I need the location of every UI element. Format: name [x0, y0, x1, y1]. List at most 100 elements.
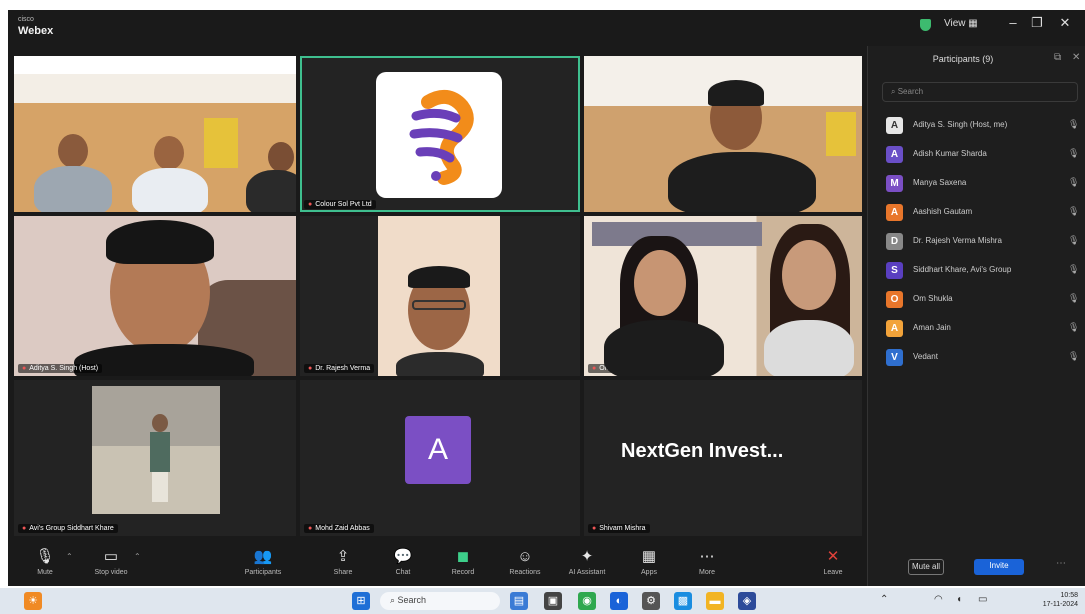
- app-title: Webex: [18, 25, 54, 37]
- sparkle-icon: ✦: [580, 548, 594, 565]
- weather-icon[interactable]: ☀: [24, 592, 42, 610]
- panel-title: Participants (9): [932, 54, 994, 64]
- view-button[interactable]: View ▦: [944, 18, 978, 29]
- participants-button[interactable]: 👥 Participants: [234, 548, 292, 576]
- chat-button[interactable]: 💬 Chat: [374, 548, 432, 576]
- apps-button[interactable]: ▦ Apps: [620, 548, 678, 576]
- participant-avatar: M: [886, 175, 903, 192]
- chevron-down-icon[interactable]: ⌃: [134, 552, 141, 561]
- share-button[interactable]: ⇪ Share: [314, 548, 372, 576]
- more-options-icon[interactable]: ⋯: [1056, 558, 1066, 569]
- settings-icon[interactable]: ⚙: [642, 592, 660, 610]
- mic-icon[interactable]: 🎙: [1068, 177, 1079, 188]
- tile-name-tag: ● Aditya S. Singh (Host): [18, 364, 103, 373]
- mic-icon[interactable]: 🎙: [1068, 206, 1079, 217]
- webex-window: cisco Webex View ▦ – ❐ ✕ ● Colour Sol Pvt…: [8, 10, 1085, 586]
- edge-icon[interactable]: ◐: [610, 592, 628, 610]
- os-taskbar: ☀ ⊞ ⌕ Search ▤ ▣ ◉ ◐ ⚙ ▩ ▬ ◈ ⌃ ◠ ◖ ▭ 10:…: [0, 588, 1085, 614]
- more-button[interactable]: ⋯ More: [678, 548, 736, 576]
- mute-all-button[interactable]: Mute all: [908, 559, 944, 575]
- start-icon[interactable]: ⊞: [352, 592, 370, 610]
- participant-name: Dr. Rajesh Verma Mishra: [913, 236, 1002, 245]
- video-tile-active-speaker[interactable]: ● Colour Sol Pvt Ltd: [300, 56, 580, 212]
- chrome-icon[interactable]: ◉: [578, 592, 596, 610]
- mic-icon[interactable]: 🎙: [1068, 119, 1079, 130]
- ai-assistant-button[interactable]: ✦ AI Assistant: [558, 548, 616, 576]
- volume-icon[interactable]: ◖: [956, 594, 962, 605]
- tile-name-tag: ● Colour Sol Pvt Ltd: [304, 200, 376, 209]
- participant-avatar: D: [886, 233, 903, 250]
- video-tile-participant[interactable]: ● Aditya S. Singh (Host): [14, 216, 296, 376]
- people-icon: 👥: [253, 548, 273, 565]
- participant-name: Aditya S. Singh (Host, me): [913, 120, 1008, 129]
- participant-avatar: O: [886, 291, 903, 308]
- video-tile-participant[interactable]: ● Dr. Rajesh Verma: [300, 216, 580, 376]
- mic-off-icon: ●: [308, 201, 313, 208]
- invite-button[interactable]: Invite: [974, 559, 1024, 575]
- video-tile-participant[interactable]: A ● Mohd Zaid Abbas: [300, 380, 580, 536]
- video-tile-participant[interactable]: NextGen Invest... ● Shivam Mishra: [584, 380, 862, 536]
- close-panel-icon[interactable]: ✕: [1072, 52, 1080, 63]
- participant-name: Manya Saxena: [913, 178, 967, 187]
- brand-vendor: cisco: [18, 16, 34, 23]
- chevron-up-icon[interactable]: ⌃: [880, 594, 888, 605]
- taskbar-search-input[interactable]: ⌕ Search: [380, 592, 500, 610]
- video-tile-participant[interactable]: [584, 56, 862, 212]
- mic-icon[interactable]: 🎙: [1068, 351, 1079, 362]
- mic-icon[interactable]: 🎙: [1068, 322, 1079, 333]
- reactions-button[interactable]: ☺ Reactions: [496, 548, 554, 576]
- participant-name: Adish Kumar Sharda: [913, 149, 987, 158]
- participant-avatar: A: [886, 320, 903, 337]
- leave-button[interactable]: ✕ Leave: [804, 548, 862, 576]
- tile-name-tag: ● Mohd Zaid Abbas: [304, 524, 374, 533]
- participant-row[interactable]: V Vedant 🎙: [886, 348, 1082, 368]
- task-view-icon[interactable]: ▣: [544, 592, 562, 610]
- chevron-down-icon[interactable]: ⌃: [66, 552, 73, 561]
- mic-icon[interactable]: 🎙: [1068, 293, 1079, 304]
- file-explorer-icon[interactable]: ▤: [510, 592, 528, 610]
- participant-row[interactable]: A Aman Jain 🎙: [886, 319, 1082, 339]
- stop-video-button[interactable]: ▭ Stop video: [82, 548, 140, 576]
- minimize-icon[interactable]: –: [1004, 15, 1022, 30]
- participant-avatar: S: [886, 262, 903, 279]
- record-button[interactable]: ◼ Record: [434, 548, 492, 576]
- participant-name: Aashish Gautam: [913, 207, 973, 216]
- clock[interactable]: 10:58 17-11-2024: [1042, 591, 1078, 609]
- participant-name: Om Shukla: [913, 294, 953, 303]
- close-icon[interactable]: ✕: [1056, 15, 1074, 31]
- tile-name-tag: ● Shivam Mishra: [588, 524, 650, 533]
- participant-row[interactable]: A Aditya S. Singh (Host, me) 🎙: [886, 116, 1082, 136]
- participant-row[interactable]: A Adish Kumar Sharda 🎙: [886, 145, 1082, 165]
- participant-name: Vedant: [913, 352, 938, 361]
- mic-icon[interactable]: 🎙: [1068, 235, 1079, 246]
- security-shield-icon[interactable]: [920, 19, 931, 31]
- participant-row[interactable]: O Om Shukla 🎙: [886, 290, 1082, 310]
- battery-icon[interactable]: ▭: [978, 594, 987, 605]
- chat-bubble-icon: 💬: [393, 548, 413, 565]
- participant-avatar: A: [886, 117, 903, 134]
- participant-row[interactable]: M Manya Saxena 🎙: [886, 174, 1082, 194]
- participant-avatar: A: [886, 146, 903, 163]
- tile-name-tag: ● Dr. Rajesh Verma: [304, 364, 375, 373]
- video-tile-participant[interactable]: ● Avi's Group Siddhart Khare: [14, 380, 296, 536]
- webex-taskbar-icon[interactable]: ◈: [738, 592, 756, 610]
- participant-name: Siddhart Khare, Avi's Group: [913, 265, 1012, 274]
- video-tile-office[interactable]: [14, 56, 296, 212]
- video-tile-participant[interactable]: ●Om Jha: [584, 216, 862, 376]
- participant-search-input[interactable]: ⌕ Search: [882, 82, 1078, 102]
- participant-row[interactable]: D Dr. Rajesh Verma Mishra 🎙: [886, 232, 1082, 252]
- restore-icon[interactable]: ❐: [1028, 15, 1046, 31]
- mic-icon[interactable]: 🎙: [1068, 264, 1079, 275]
- meeting-toolbar: 🎙 Mute ⌃ ▭ Stop video ⌃ 👥 Participants ⇪…: [8, 542, 867, 586]
- participant-row[interactable]: S Siddhart Khare, Avi's Group 🎙: [886, 261, 1082, 281]
- wifi-icon[interactable]: ◠: [934, 594, 943, 605]
- folder-icon[interactable]: ▬: [706, 592, 724, 610]
- record-icon: ◼: [456, 548, 470, 565]
- participant-row[interactable]: A Aashish Gautam 🎙: [886, 203, 1082, 223]
- popout-icon[interactable]: ⧉: [1054, 52, 1061, 63]
- mic-icon[interactable]: 🎙: [1068, 148, 1079, 159]
- store-icon[interactable]: ▩: [674, 592, 692, 610]
- participant-avatar: A: [886, 204, 903, 221]
- more-icon: ⋯: [699, 548, 715, 565]
- apps-icon: ▦: [641, 548, 657, 565]
